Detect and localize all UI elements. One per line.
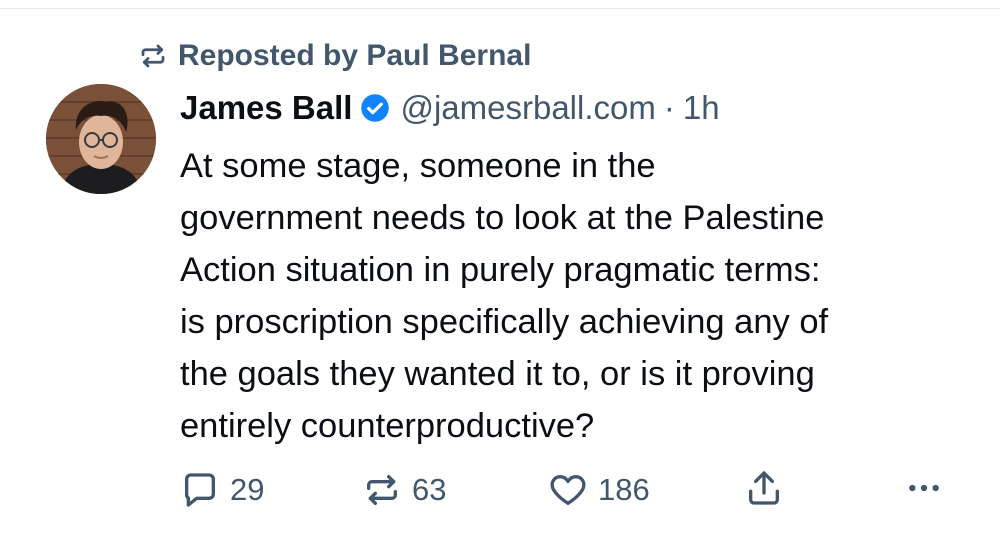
share-button[interactable]	[744, 468, 784, 508]
reply-count: 29	[230, 472, 265, 507]
reply-button[interactable]: 29	[180, 468, 264, 512]
separator-dot: ·	[663, 89, 675, 126]
post-timestamp[interactable]: 1h	[683, 88, 720, 128]
repost-icon	[138, 41, 168, 71]
repost-button[interactable]: 63	[362, 468, 446, 512]
heart-icon	[548, 470, 588, 510]
verified-badge-icon	[360, 93, 390, 123]
like-count: 186	[598, 472, 650, 507]
share-icon	[744, 468, 784, 508]
avatar[interactable]	[46, 84, 156, 194]
repost-count: 63	[412, 472, 447, 507]
post-content: James Ball @jamesrball.com · 1h At some …	[180, 88, 980, 452]
top-divider	[0, 8, 1000, 9]
author-handle[interactable]: @jamesrball.com	[400, 88, 655, 128]
more-options-button[interactable]	[904, 468, 944, 508]
repost-banner-text: Reposted by Paul Bernal	[178, 39, 532, 72]
post-text: At some stage, someone in the government…	[180, 147, 829, 445]
reply-icon	[180, 470, 220, 510]
post-header: James Ball @jamesrball.com · 1h	[180, 88, 980, 128]
more-options-icon	[904, 468, 944, 508]
repost-action-icon	[362, 470, 402, 510]
repost-banner[interactable]: Reposted by Paul Bernal	[138, 38, 531, 74]
author-name[interactable]: James Ball	[180, 88, 352, 128]
avatar-photo	[46, 84, 156, 194]
post-actions: 29 63 186	[180, 468, 950, 512]
like-button[interactable]: 186	[548, 468, 650, 512]
